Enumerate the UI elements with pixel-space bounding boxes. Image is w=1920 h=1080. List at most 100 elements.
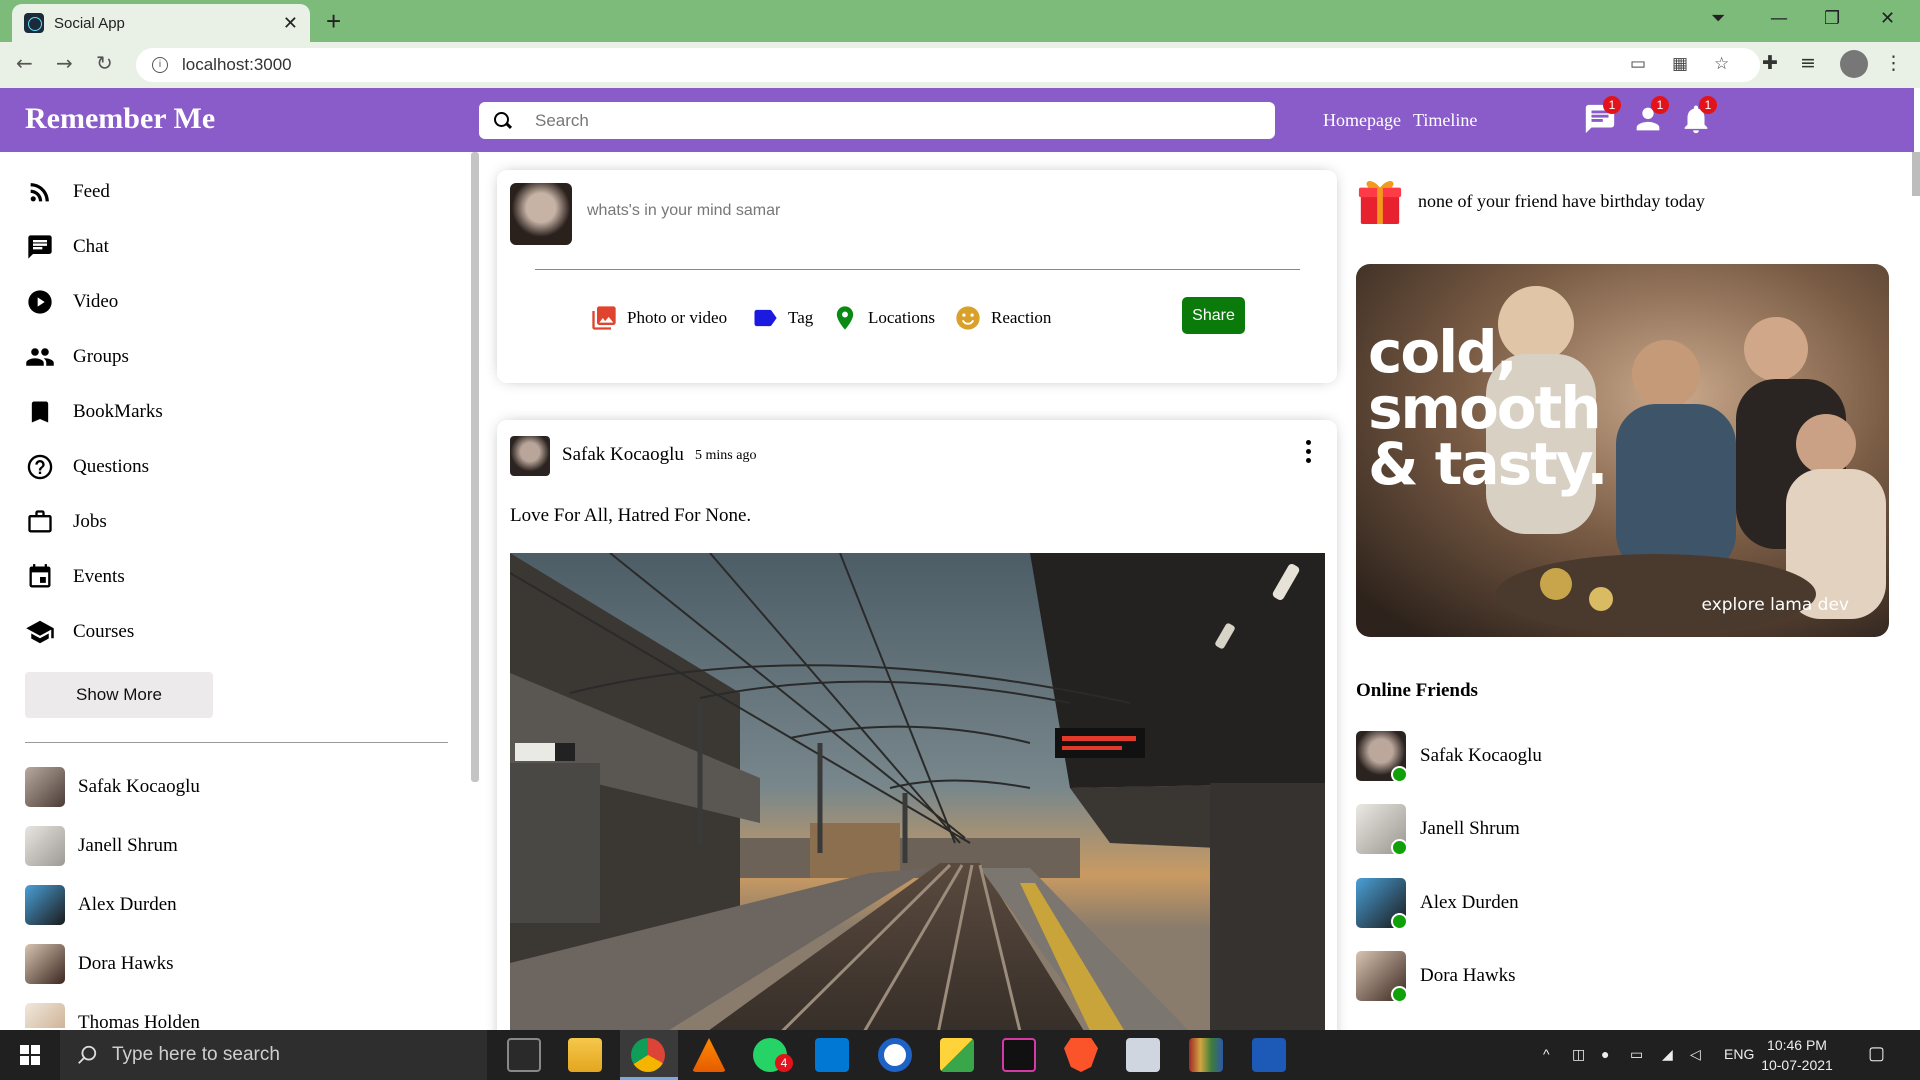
more-vert-icon[interactable] <box>1305 440 1313 464</box>
sidebar-item-events[interactable]: Events <box>25 557 125 597</box>
rss-feed-icon <box>25 177 55 207</box>
share-button[interactable]: Share <box>1182 297 1245 334</box>
qr-icon[interactable]: ▦ <box>1672 54 1688 74</box>
windows-start-icon[interactable] <box>20 1045 40 1065</box>
sidebar-item-courses[interactable]: Courses <box>25 612 134 652</box>
bookmark-star-icon[interactable]: ☆ <box>1714 54 1729 74</box>
post-text: Love For All, Hatred For None. <box>510 505 752 526</box>
sidebar-item-bookmarks[interactable]: BookMarks <box>25 392 163 432</box>
site-info-icon[interactable]: i <box>152 57 168 73</box>
online-friend[interactable]: Janell Shrum <box>1356 803 1520 856</box>
online-status-indicator <box>1391 839 1408 856</box>
share-option-reaction[interactable]: Reaction <box>954 303 1051 333</box>
sticky-notes-icon[interactable] <box>940 1038 974 1072</box>
meet-now-icon[interactable]: ◫ <box>1572 1046 1585 1063</box>
share-input[interactable] <box>587 202 1187 220</box>
friend-name: Alex Durden <box>78 894 177 915</box>
app-logo[interactable]: Remember Me <box>25 102 215 136</box>
sidebar-item-questions[interactable]: Questions <box>25 447 149 487</box>
browser-app-icon[interactable] <box>878 1038 912 1072</box>
whatsapp-icon[interactable]: 4 <box>753 1038 793 1072</box>
homepage-link[interactable]: Homepage <box>1323 110 1401 131</box>
online-friend[interactable]: Dora Hawks <box>1356 950 1516 1003</box>
search-bar[interactable] <box>479 102 1275 139</box>
online-friend[interactable]: Safak Kocaoglu <box>1356 730 1542 783</box>
restore-icon[interactable]: ❐ <box>1824 8 1840 29</box>
sidebar-item-chat[interactable]: Chat <box>25 227 109 267</box>
advertisement-banner[interactable]: cold, smooth & tasty. explore lama dev <box>1356 264 1889 637</box>
volume-icon[interactable]: ◁ <box>1690 1046 1701 1063</box>
back-icon[interactable]: ← <box>16 51 33 75</box>
sidebar-item-video[interactable]: Video <box>25 282 118 322</box>
minimize-icon[interactable]: — <box>1770 8 1788 29</box>
snipping-tool-icon[interactable] <box>1126 1038 1160 1072</box>
language-indicator[interactable]: ENG <box>1724 1046 1754 1062</box>
close-window-icon[interactable]: ✕ <box>1880 8 1895 29</box>
sidebar-item-feed[interactable]: Feed <box>25 172 110 212</box>
brave-icon[interactable] <box>1064 1038 1098 1072</box>
terminal-icon[interactable] <box>1002 1038 1036 1072</box>
post-author-name[interactable]: Safak Kocaoglu <box>562 444 684 466</box>
friend-name: Janell Shrum <box>78 835 178 856</box>
word-icon[interactable] <box>1252 1038 1286 1072</box>
tab-title: Social App <box>54 14 125 32</box>
sidebar-friend[interactable]: Alex Durden <box>25 884 177 926</box>
chat-notification-button[interactable]: 1 <box>1583 96 1621 136</box>
winrar-icon[interactable] <box>1189 1038 1223 1072</box>
close-tab-icon[interactable]: ✕ <box>283 13 298 34</box>
file-explorer-icon[interactable] <box>568 1038 602 1072</box>
media-control-icon[interactable]: ≡ <box>1800 52 1816 74</box>
share-option-label: Photo or video <box>627 308 728 327</box>
browser-tab[interactable]: Social App ✕ <box>12 4 310 42</box>
sidebar-scrollbar[interactable] <box>471 152 479 782</box>
browser-profile-avatar[interactable] <box>1840 50 1868 78</box>
chat-badge: 1 <box>1603 96 1621 114</box>
share-option-locations[interactable]: Locations <box>831 303 935 333</box>
timeline-link[interactable]: Timeline <box>1413 110 1477 131</box>
wifi-icon[interactable]: ◢ <box>1662 1046 1673 1063</box>
taskbar-clock[interactable]: 10:46 PM 10-07-2021 <box>1754 1035 1840 1075</box>
forward-icon[interactable]: → <box>56 51 73 75</box>
show-hidden-icons[interactable]: ^ <box>1543 1046 1550 1062</box>
extensions-icon[interactable]: ✚ <box>1762 52 1778 74</box>
chrome-icon[interactable] <box>631 1038 665 1072</box>
sidebar-friend[interactable]: Thomas Holden <box>25 1002 200 1028</box>
vlc-icon[interactable] <box>692 1038 726 1072</box>
sidebar-item-jobs[interactable]: Jobs <box>25 502 107 542</box>
reload-icon[interactable]: ↻ <box>96 51 113 75</box>
sidebar-friend[interactable]: Dora Hawks <box>25 943 174 985</box>
browser-menu-icon[interactable]: ⋮ <box>1884 52 1903 74</box>
online-friend-name: Alex Durden <box>1420 892 1519 913</box>
microphone-icon[interactable]: ● <box>1601 1046 1609 1062</box>
share-option-tag[interactable]: Tag <box>751 303 813 333</box>
online-friend[interactable]: Alex Durden <box>1356 877 1519 930</box>
share-option-photo[interactable]: Photo or video <box>590 303 727 333</box>
page-scrollbar[interactable] <box>1912 152 1920 196</box>
friend-request-badge: 1 <box>1651 96 1669 114</box>
friend-avatar <box>25 1003 65 1028</box>
share-option-label: Reaction <box>991 308 1052 327</box>
sidebar-item-groups[interactable]: Groups <box>25 337 129 377</box>
profile-avatar[interactable] <box>510 183 572 245</box>
cast-icon[interactable]: ▭ <box>1630 54 1646 74</box>
vscode-icon[interactable] <box>815 1038 849 1072</box>
profile-menu-icon[interactable]: ⏷ <box>1711 8 1725 29</box>
address-bar[interactable]: i localhost:3000 ▭ ▦ ☆ <box>136 48 1760 82</box>
show-more-button[interactable]: Show More <box>25 672 213 718</box>
friend-request-button[interactable]: 1 <box>1631 96 1669 136</box>
search-input[interactable] <box>535 110 1235 131</box>
sidebar-friend[interactable]: Safak Kocaoglu <box>25 766 200 808</box>
friend-name: Safak Kocaoglu <box>78 776 200 797</box>
app-topbar: Remember Me Homepage Timeline 1 1 1 <box>0 88 1914 152</box>
gift-icon <box>1358 180 1402 224</box>
notifications-button[interactable]: 1 <box>1679 96 1717 136</box>
post-image[interactable] <box>510 553 1325 1073</box>
post-author-avatar[interactable] <box>510 436 550 476</box>
battery-icon[interactable]: ▭ <box>1630 1046 1643 1063</box>
notification-center-icon[interactable]: ▢ <box>1868 1043 1885 1064</box>
taskbar-search[interactable]: Type here to search <box>60 1030 487 1080</box>
new-tab-icon[interactable]: + <box>326 6 341 37</box>
sidebar-friend[interactable]: Janell Shrum <box>25 825 178 867</box>
share-option-label: Tag <box>788 308 814 327</box>
notion-app-icon[interactable] <box>507 1038 541 1072</box>
